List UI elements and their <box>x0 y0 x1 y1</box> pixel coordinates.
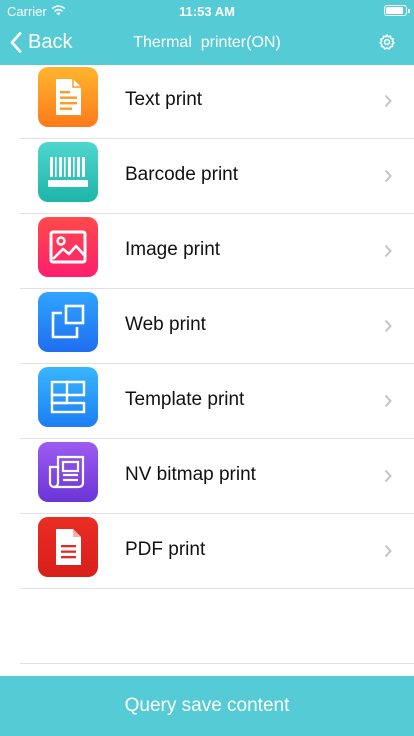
page-title: Thermal printer(ON) <box>133 34 281 51</box>
chevron-right-icon <box>384 319 392 333</box>
print-options-list: Text print Barcode print Image print Web… <box>0 64 414 589</box>
divider <box>20 663 414 664</box>
list-item-nv-bitmap-print[interactable]: NV bitmap print <box>0 439 414 514</box>
clock: 11:53 AM <box>179 4 235 19</box>
list-item-label: Template print <box>125 389 245 410</box>
list-item-web-print[interactable]: Web print <box>0 289 414 364</box>
list-item-template-print[interactable]: Template print <box>0 364 414 439</box>
list-item-label: Web print <box>125 314 206 335</box>
status-bar: Carrier 11:53 AM <box>0 0 414 22</box>
gear-icon[interactable] <box>378 33 396 51</box>
chevron-right-icon <box>384 469 392 483</box>
top-bar: Carrier 11:53 AM Back Thermal printer(ON… <box>0 0 414 65</box>
list-item-text-print[interactable]: Text print <box>0 64 414 139</box>
list-item-label: PDF print <box>125 539 206 560</box>
template-layout-icon <box>38 367 98 427</box>
list-item-label: Barcode print <box>125 164 239 185</box>
bitmap-newspaper-icon <box>38 442 98 502</box>
chevron-right-icon <box>384 394 392 408</box>
battery-level <box>386 7 403 14</box>
list-item-label: NV bitmap print <box>125 464 256 485</box>
chevron-right-icon <box>384 544 392 558</box>
list-item-pdf-print[interactable]: PDF print <box>0 514 414 589</box>
chevron-right-icon <box>384 169 392 183</box>
image-icon <box>38 217 98 277</box>
list-item-image-print[interactable]: Image print <box>0 214 414 289</box>
list-item-barcode-print[interactable]: Barcode print <box>0 139 414 214</box>
chevron-right-icon <box>384 94 392 108</box>
pdf-file-icon <box>38 517 98 577</box>
barcode-icon <box>38 142 98 202</box>
query-save-content-button[interactable]: Query save content <box>0 676 414 736</box>
list-item-label: Image print <box>125 239 221 260</box>
query-save-content-label: Query save content <box>124 695 290 716</box>
battery-icon <box>384 5 410 16</box>
document-text-icon <box>38 67 98 127</box>
web-window-icon <box>38 292 98 352</box>
list-item-label: Text print <box>125 89 203 110</box>
chevron-right-icon <box>384 244 392 258</box>
